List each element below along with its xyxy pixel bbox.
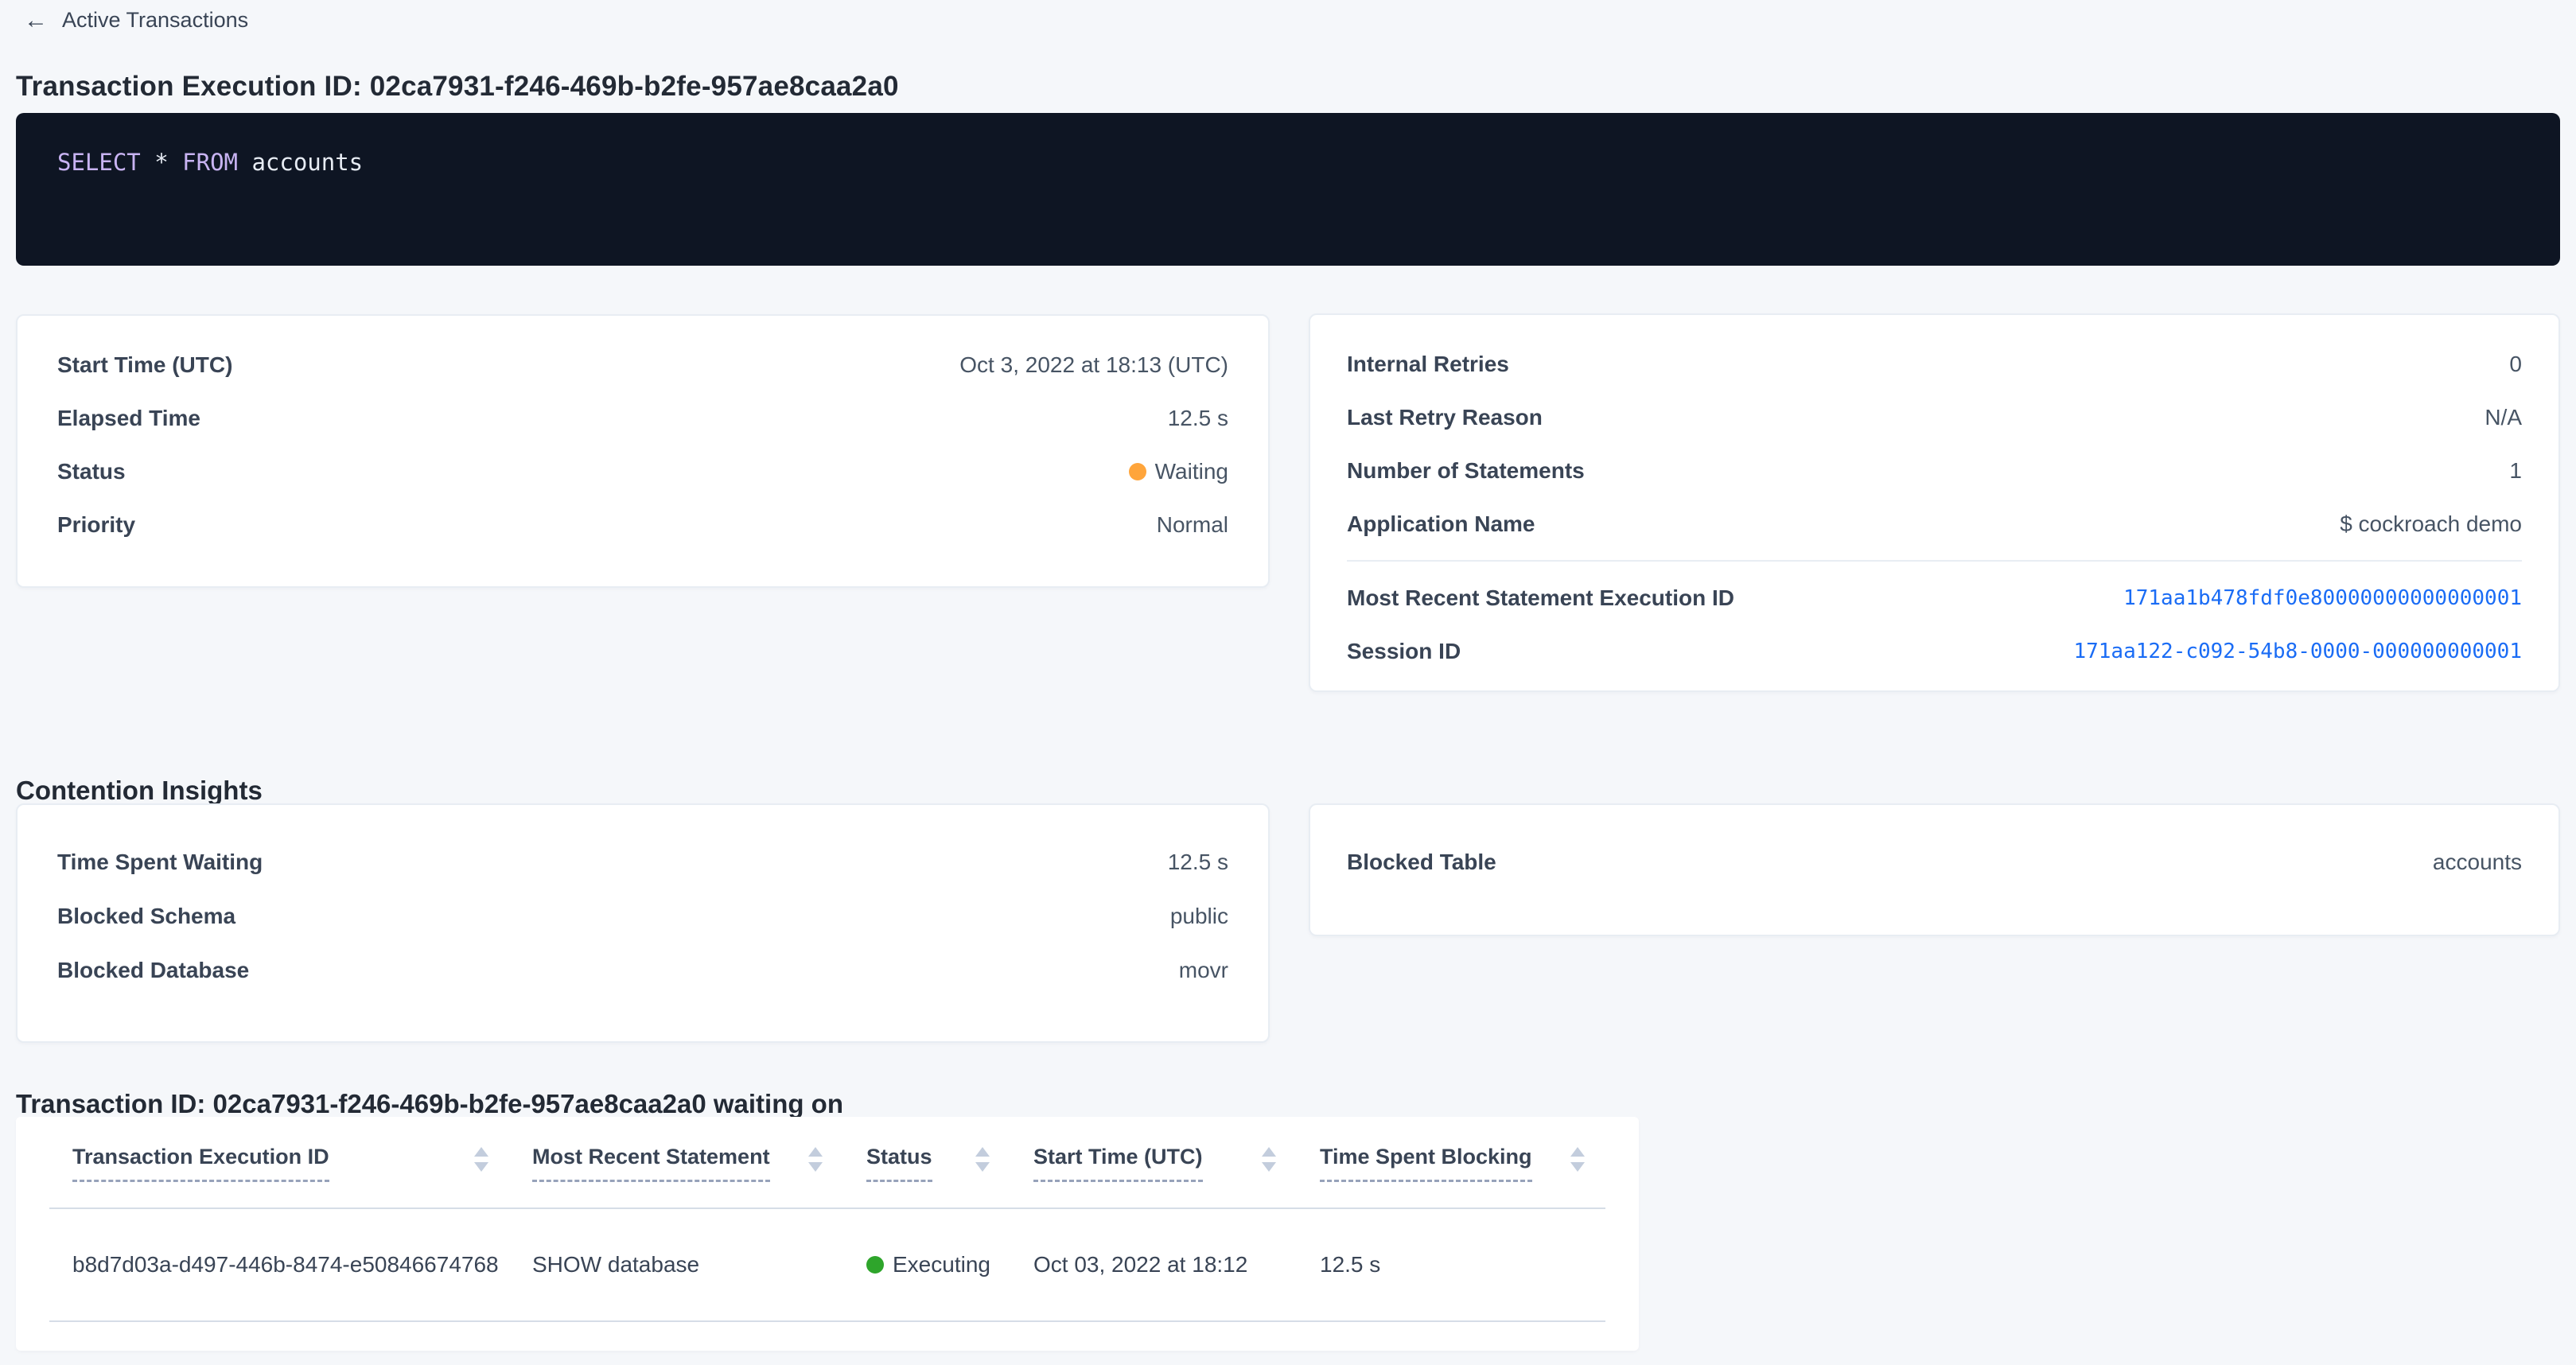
table-row: b8d7d03a-d497-446b-8474-e50846674768 SHO… xyxy=(49,1209,1605,1322)
sql-table-name: accounts xyxy=(238,149,363,176)
row-value: public xyxy=(1170,904,1228,929)
back-link-active-transactions[interactable]: ← Active Transactions xyxy=(24,8,248,33)
column-header-time-spent-blocking[interactable]: Time Spent Blocking xyxy=(1297,1144,1605,1208)
column-header-transaction-execution-id[interactable]: Transaction Execution ID xyxy=(49,1144,509,1208)
row-value: $ cockroach demo xyxy=(2340,511,2522,537)
summary-row-last-retry-reason: Last Retry Reason N/A xyxy=(1347,391,2522,444)
row-value: 12.5 s xyxy=(1168,850,1228,875)
row-label: Status xyxy=(57,459,126,484)
row-label: Internal Retries xyxy=(1347,352,1509,377)
statement-execution-id-link[interactable]: 171aa1b478fdf0e80000000000000001 xyxy=(2123,586,2522,610)
status-text: Waiting xyxy=(1155,459,1228,484)
status-badge: Waiting xyxy=(1129,459,1228,484)
row-value: Normal xyxy=(1157,512,1228,538)
waiting-on-heading: Transaction ID: 02ca7931-f246-469b-b2fe-… xyxy=(16,1089,843,1119)
card-divider xyxy=(1347,560,2522,562)
column-header-label: Start Time (UTC) xyxy=(1033,1144,1203,1182)
cell-transaction-execution-id: b8d7d03a-d497-446b-8474-e50846674768 xyxy=(49,1252,509,1278)
column-header-most-recent-statement[interactable]: Most Recent Statement xyxy=(509,1144,843,1208)
sort-icon xyxy=(1570,1147,1585,1172)
cell-start-time: Oct 03, 2022 at 18:12 xyxy=(1010,1252,1297,1278)
column-header-label: Transaction Execution ID xyxy=(72,1144,329,1182)
row-value: movr xyxy=(1179,958,1228,983)
contention-row-blocked-table: Blocked Table accounts xyxy=(1347,835,2522,889)
row-value: 1 xyxy=(2509,458,2522,484)
row-value: 0 xyxy=(2509,352,2522,377)
row-label: Blocked Table xyxy=(1347,850,1496,875)
sql-statement-box: SELECT * FROM accounts xyxy=(16,113,2560,266)
summary-row-start-time: Start Time (UTC) Oct 3, 2022 at 18:13 (U… xyxy=(57,338,1228,391)
contention-row-blocked-schema: Blocked Schema public xyxy=(57,889,1228,943)
summary-row-statement-execution-id: Most Recent Statement Execution ID 171aa… xyxy=(1347,571,2522,624)
back-link-label: Active Transactions xyxy=(62,8,248,33)
contention-insights-heading: Contention Insights xyxy=(16,776,263,806)
cell-time-spent-blocking: 12.5 s xyxy=(1297,1252,1605,1278)
summary-row-status: Status Waiting xyxy=(57,445,1228,498)
summary-row-elapsed-time: Elapsed Time 12.5 s xyxy=(57,391,1228,445)
summary-row-number-of-statements: Number of Statements 1 xyxy=(1347,444,2522,497)
row-label: Blocked Schema xyxy=(57,904,235,929)
cell-status: Executing xyxy=(843,1252,1010,1278)
contention-card-left: Time Spent Waiting 12.5 s Blocked Schema… xyxy=(16,803,1270,1043)
row-value: 12.5 s xyxy=(1168,406,1228,431)
contention-row-time-spent-waiting: Time Spent Waiting 12.5 s xyxy=(57,835,1228,889)
row-value: Oct 3, 2022 at 18:13 (UTC) xyxy=(959,352,1228,378)
sql-keyword-select: SELECT xyxy=(57,149,141,176)
sort-icon xyxy=(474,1147,488,1172)
summary-card-right: Internal Retries 0 Last Retry Reason N/A… xyxy=(1309,313,2560,692)
row-value: N/A xyxy=(2485,405,2522,430)
summary-row-session-id: Session ID 171aa122-c092-54b8-0000-00000… xyxy=(1347,624,2522,678)
status-text: Executing xyxy=(893,1252,990,1277)
page-title: Transaction Execution ID: 02ca7931-f246-… xyxy=(16,71,899,103)
row-value: accounts xyxy=(2433,850,2522,875)
summary-row-internal-retries: Internal Retries 0 xyxy=(1347,337,2522,391)
row-label: Priority xyxy=(57,512,135,538)
column-header-status[interactable]: Status xyxy=(843,1144,1010,1208)
summary-row-priority: Priority Normal xyxy=(57,498,1228,551)
column-header-label: Time Spent Blocking xyxy=(1320,1144,1532,1182)
contention-card-right: Blocked Table accounts xyxy=(1309,803,2560,936)
row-label: Elapsed Time xyxy=(57,406,200,431)
summary-row-application-name: Application Name $ cockroach demo xyxy=(1347,497,2522,550)
waiting-on-table-card: Transaction Execution ID Most Recent Sta… xyxy=(16,1117,1639,1351)
row-label: Last Retry Reason xyxy=(1347,405,1543,430)
row-label: Most Recent Statement Execution ID xyxy=(1347,585,1734,611)
session-id-link[interactable]: 171aa122-c092-54b8-0000-000000000001 xyxy=(2073,640,2522,663)
sql-star: * xyxy=(141,149,182,176)
column-header-label: Status xyxy=(866,1144,932,1182)
summary-card-left: Start Time (UTC) Oct 3, 2022 at 18:13 (U… xyxy=(16,314,1270,588)
sql-keyword-from: FROM xyxy=(182,149,238,176)
cell-most-recent-statement: SHOW database xyxy=(509,1252,843,1278)
table-header-row: Transaction Execution ID Most Recent Sta… xyxy=(49,1117,1605,1209)
column-header-label: Most Recent Statement xyxy=(532,1144,770,1182)
row-label: Session ID xyxy=(1347,639,1461,664)
row-label: Number of Statements xyxy=(1347,458,1585,484)
column-header-start-time[interactable]: Start Time (UTC) xyxy=(1010,1144,1297,1208)
row-label: Time Spent Waiting xyxy=(57,850,263,875)
sort-icon xyxy=(808,1147,823,1172)
contention-row-blocked-database: Blocked Database movr xyxy=(57,943,1228,998)
row-label: Blocked Database xyxy=(57,958,249,983)
row-label: Start Time (UTC) xyxy=(57,352,232,378)
row-label: Application Name xyxy=(1347,511,1535,537)
sort-icon xyxy=(1262,1147,1276,1172)
back-arrow-icon: ← xyxy=(24,9,48,33)
sort-icon xyxy=(975,1147,990,1172)
waiting-status-icon xyxy=(1129,463,1146,480)
executing-status-icon xyxy=(866,1256,884,1274)
